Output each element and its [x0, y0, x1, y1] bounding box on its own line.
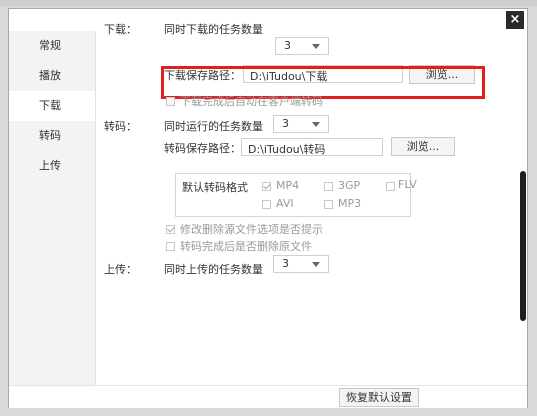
delete-after-label: 转码完成后是否删除原文件: [180, 240, 312, 253]
sidebar-item-upload[interactable]: 上传: [9, 151, 95, 181]
chevron-down-icon: [312, 122, 320, 127]
upload-section-label: 上传：: [104, 263, 137, 276]
settings-dialog: × 常规 播放 下载 转码 上传 下载： 同时下载的任务数量 3 下载保存路径：…: [8, 8, 528, 408]
format-avi-label: AVI: [276, 197, 294, 210]
format-3gp-label: 3GP: [338, 179, 361, 192]
download-browse-button[interactable]: 浏览...: [409, 65, 475, 84]
format-flv-label: FLV: [398, 178, 417, 191]
format-3gp-checkbox[interactable]: [324, 182, 333, 191]
chevron-down-icon: [312, 44, 320, 49]
format-flv-checkbox[interactable]: [386, 182, 395, 191]
scrollbar-thumb[interactable]: [520, 171, 526, 321]
format-group-label: 默认转码格式: [182, 181, 248, 194]
transcode-path-field[interactable]: D:\iTudou\转码: [241, 138, 383, 156]
sidebar-item-playback[interactable]: 播放: [9, 61, 95, 91]
download-path-label: 下载保存路径：: [164, 69, 241, 82]
sidebar-item-download[interactable]: 下载: [9, 91, 95, 121]
prompt-delete-checkbox[interactable]: [166, 225, 175, 234]
transcode-browse-button[interactable]: 浏览...: [391, 137, 455, 156]
upload-concurrent-label: 同时上传的任务数量: [164, 263, 263, 276]
upload-concurrent-value: 3: [282, 257, 289, 270]
sidebar-item-general[interactable]: 常规: [9, 31, 95, 61]
format-mp4-label: MP4: [276, 179, 300, 192]
download-section-label: 下载：: [104, 23, 137, 36]
auto-transcode-label: 下载完成后自动在客户端转码: [180, 95, 323, 108]
upload-concurrent-select[interactable]: 3: [273, 255, 329, 273]
close-icon[interactable]: ×: [506, 11, 524, 29]
transcode-concurrent-select[interactable]: 3: [273, 115, 329, 133]
format-group: 默认转码格式 MP4 3GP AVI MP3: [175, 173, 411, 217]
prompt-delete-label: 修改删除源文件选项是否提示: [180, 223, 323, 236]
reset-defaults-button[interactable]: 恢复默认设置: [339, 388, 419, 407]
chevron-down-icon: [312, 262, 320, 267]
dialog-titlebar: ×: [9, 9, 527, 31]
transcode-concurrent-label: 同时运行的任务数量: [164, 120, 263, 133]
delete-after-checkbox[interactable]: [166, 242, 175, 251]
format-mp3-checkbox[interactable]: [324, 200, 333, 209]
format-mp4-checkbox[interactable]: [262, 182, 271, 191]
sidebar-item-transcode[interactable]: 转码: [9, 121, 95, 151]
format-mp3-label: MP3: [338, 197, 362, 210]
format-avi-checkbox[interactable]: [262, 200, 271, 209]
settings-sidebar: 常规 播放 下载 转码 上传: [9, 31, 96, 385]
auto-transcode-checkbox[interactable]: [166, 97, 175, 106]
dialog-footer: 恢复默认设置: [9, 385, 527, 408]
background-strip: [0, 0, 537, 6]
download-path-field[interactable]: D:\iTudou\下载: [243, 65, 403, 83]
download-concurrent-value: 3: [284, 39, 291, 52]
transcode-section-label: 转码：: [104, 120, 137, 133]
transcode-concurrent-value: 3: [282, 117, 289, 130]
transcode-path-label: 转码保存路径：: [164, 142, 241, 155]
download-concurrent-label: 同时下载的任务数量: [164, 23, 263, 36]
download-concurrent-select[interactable]: 3: [275, 37, 329, 55]
content-scrollbar[interactable]: [516, 31, 527, 385]
